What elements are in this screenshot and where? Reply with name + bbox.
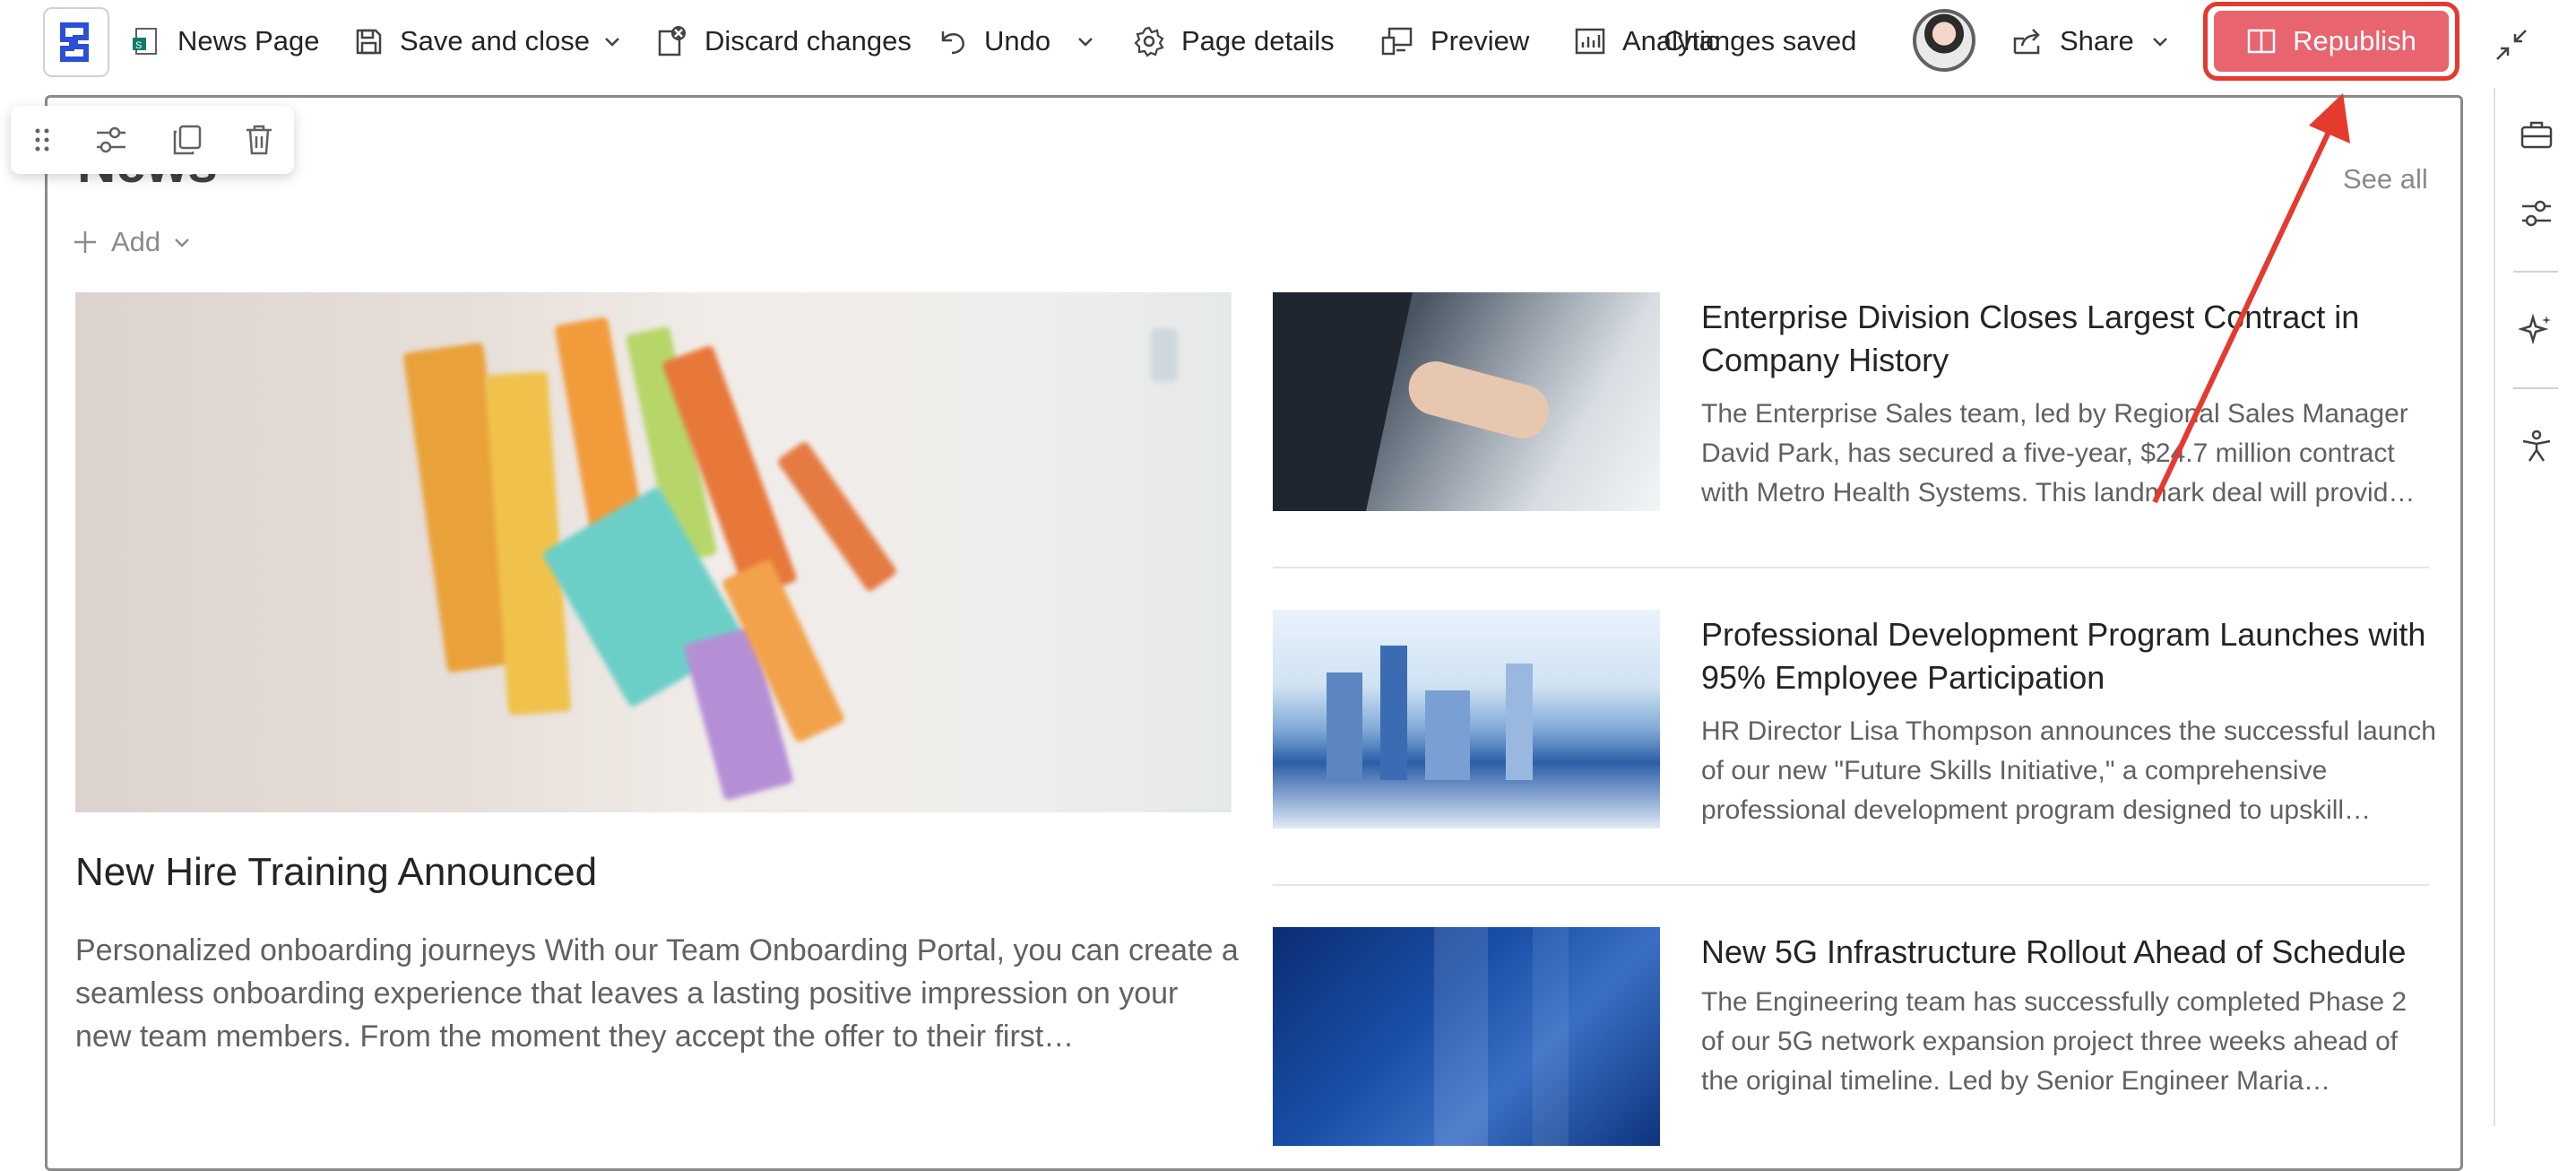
add-label: Add (111, 226, 161, 257)
svg-text:S: S (135, 40, 142, 51)
hero-news-title[interactable]: New Hire Training Announced (75, 850, 597, 895)
hero-news-description: Personalized onboarding journeys With ou… (75, 933, 1239, 1054)
undo-icon (941, 31, 964, 55)
sparkle-icon[interactable] (2519, 312, 2554, 346)
share-button[interactable]: Share (2011, 16, 2170, 66)
add-news-button[interactable]: Add (72, 226, 191, 258)
rail-divider (2513, 271, 2558, 273)
plus-icon (74, 231, 96, 253)
republish-label: Republish (2293, 25, 2416, 56)
sharepoint-logo-icon (60, 22, 89, 62)
preview-label: Preview (1431, 25, 1530, 56)
save-options-dropdown[interactable] (602, 16, 622, 66)
news-item-description: HR Director Lisa Thompson announces the … (1701, 716, 2436, 825)
app-logo[interactable] (43, 7, 109, 77)
analytics-icon (1575, 28, 1605, 55)
briefcase-icon[interactable] (2519, 118, 2554, 151)
page-details-label: Page details (1181, 25, 1335, 56)
chevron-down-icon (175, 239, 190, 247)
news-item[interactable]: Enterprise Division Closes Largest Contr… (1273, 292, 2429, 543)
rail-divider (2513, 387, 2558, 389)
page-name[interactable]: S News Page (131, 16, 320, 66)
republish-button[interactable]: Republish (2214, 11, 2449, 72)
save-and-close-button[interactable]: Save and close (353, 16, 590, 66)
save-icon (356, 29, 382, 55)
gear-icon (1134, 26, 1164, 57)
news-item-divider (1273, 567, 2429, 568)
right-toolbox-rail (2494, 88, 2576, 1126)
undo-button[interactable]: Undo (938, 16, 1050, 66)
page-details-button[interactable]: Page details (1133, 16, 1335, 66)
undo-label: Undo (984, 25, 1051, 56)
share-icon (2013, 29, 2040, 55)
news-item-divider (1273, 884, 2429, 886)
hero-news-image[interactable] (75, 292, 1232, 812)
exit-fullscreen-icon (2496, 30, 2527, 60)
discard-icon (658, 26, 686, 56)
news-thumbnail-building[interactable] (1273, 927, 1660, 1146)
preview-icon (1381, 27, 1413, 56)
news-item-title[interactable]: Enterprise Division Closes Largest Contr… (1701, 296, 2436, 382)
command-bar: S News Page Save and close Discard chang… (0, 0, 2576, 88)
book-icon (2247, 29, 2276, 54)
news-thumbnail-city[interactable] (1273, 610, 1660, 828)
news-item-title[interactable]: Professional Development Program Launche… (1701, 613, 2436, 699)
news-item-description: The Engineering team has successfully co… (1701, 987, 2407, 1096)
accessibility-icon[interactable] (2519, 429, 2554, 464)
chevron-down-icon (605, 38, 619, 47)
chevron-down-icon (1078, 38, 1093, 47)
undo-options-dropdown[interactable] (1076, 16, 1095, 66)
webpart-floating-toolbar (11, 106, 294, 174)
duplicate-icon[interactable] (169, 123, 203, 157)
share-label: Share (2060, 25, 2134, 56)
page-name-label: News Page (177, 25, 320, 56)
settings-sliders-icon[interactable] (2519, 197, 2554, 230)
news-item-title[interactable]: New 5G Infrastructure Rollout Ahead of S… (1701, 931, 2436, 974)
news-thumbnail-handshake[interactable] (1273, 292, 1660, 511)
exit-fullscreen-button[interactable] (2494, 20, 2529, 70)
preview-button[interactable]: Preview (1380, 16, 1529, 66)
edit-properties-icon[interactable] (93, 124, 129, 156)
changes-saved-label: Changes saved (1664, 25, 1857, 56)
changes-saved-status: Changes saved (1664, 16, 1856, 66)
news-item[interactable]: New 5G Infrastructure Rollout Ahead of S… (1273, 927, 2429, 1146)
chevron-down-icon (2152, 38, 2167, 47)
discard-changes-label: Discard changes (705, 25, 912, 56)
avatar[interactable] (1913, 9, 1975, 72)
see-all-link[interactable]: See all (2343, 163, 2428, 195)
save-and-close-label: Save and close (400, 25, 590, 56)
news-item-description: The Enterprise Sales team, led by Region… (1701, 399, 2416, 507)
news-item[interactable]: Professional Development Program Launche… (1273, 610, 2436, 861)
delete-icon[interactable] (244, 123, 274, 157)
drag-handle-icon[interactable] (31, 124, 53, 156)
page-icon: S (133, 28, 157, 55)
discard-changes-button[interactable]: Discard changes (654, 16, 912, 66)
